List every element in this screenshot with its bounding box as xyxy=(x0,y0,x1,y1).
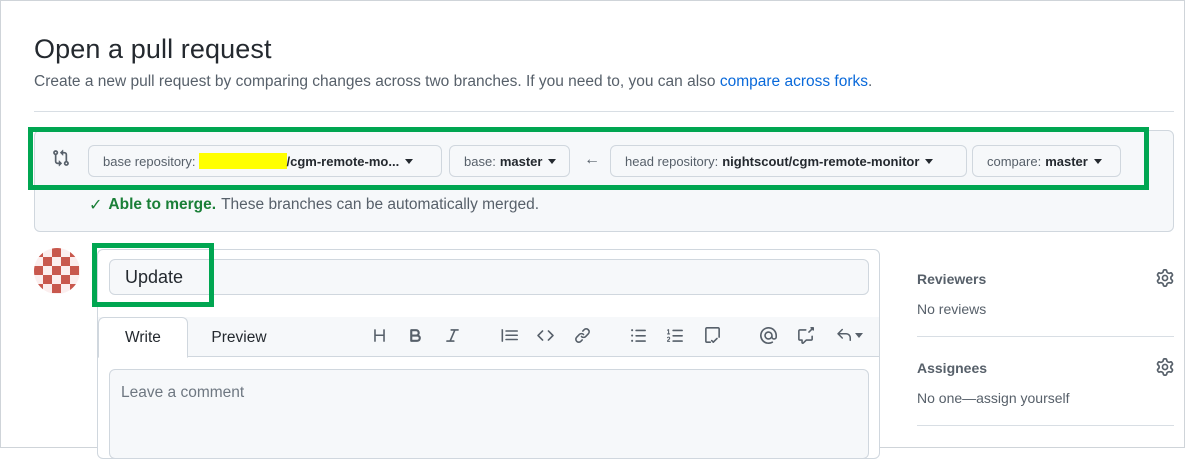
gear-icon[interactable] xyxy=(1156,358,1174,376)
cross-reference-icon[interactable] xyxy=(793,323,817,347)
reviewers-value: No reviews xyxy=(917,301,987,317)
base-repository-value: /cgm-remote-mo... xyxy=(286,153,400,169)
chevron-down-icon xyxy=(1093,158,1102,164)
page-subtitle: Create a new pull request by comparing c… xyxy=(34,73,872,91)
title-input[interactable]: Update xyxy=(109,259,869,295)
mention-icon[interactable] xyxy=(756,323,780,347)
base-branch-value: master xyxy=(499,153,543,169)
subtitle-suffix: . xyxy=(868,73,873,90)
base-repository-selector[interactable]: base repository: /cgm-remote-mo... xyxy=(88,145,442,177)
chevron-down-icon xyxy=(925,158,934,164)
arrow-left-icon: ← xyxy=(584,151,600,168)
git-compare-icon xyxy=(53,149,69,167)
ordered-list-icon[interactable] xyxy=(663,323,687,347)
heading-icon[interactable] xyxy=(367,323,391,347)
gear-icon[interactable] xyxy=(1156,269,1174,287)
bold-icon[interactable] xyxy=(403,323,427,347)
compare-branch-label: compare: xyxy=(987,153,1042,169)
redacted-owner xyxy=(198,153,287,169)
chevron-down-icon xyxy=(548,158,557,164)
reviewers-heading[interactable]: Reviewers xyxy=(917,271,986,287)
assignees-heading[interactable]: Assignees xyxy=(917,360,987,376)
page-title: Open a pull request xyxy=(34,34,272,64)
header-divider xyxy=(34,111,1174,112)
head-repository-value: nightscout/cgm-remote-monitor xyxy=(722,153,920,169)
saved-replies-icon[interactable] xyxy=(831,323,867,347)
compare-branch-value: master xyxy=(1045,153,1088,169)
base-repository-label: base repository: xyxy=(103,153,196,169)
comment-textarea[interactable]: Leave a comment xyxy=(109,369,869,459)
head-repository-label: head repository: xyxy=(625,153,719,169)
sidebar-divider xyxy=(917,336,1174,337)
check-icon: ✓ xyxy=(89,197,103,214)
assignees-value[interactable]: No one—assign yourself xyxy=(917,390,1070,406)
subtitle-text: Create a new pull request by comparing c… xyxy=(34,73,720,90)
tab-preview[interactable]: Preview xyxy=(197,317,281,358)
compare-branch-selector[interactable]: compare: master xyxy=(972,145,1121,177)
merge-status-bold: Able to merge. xyxy=(108,196,217,213)
base-branch-selector[interactable]: base: master xyxy=(449,145,570,177)
unordered-list-icon[interactable] xyxy=(626,323,650,347)
merge-status: ✓ Able to merge. These branches can be a… xyxy=(89,195,539,215)
avatar xyxy=(34,248,80,294)
code-icon[interactable] xyxy=(533,323,557,347)
chevron-down-icon xyxy=(405,158,414,164)
tab-write[interactable]: Write xyxy=(98,317,188,358)
compare-across-forks-link[interactable]: compare across forks xyxy=(720,73,868,90)
link-icon[interactable] xyxy=(570,323,594,347)
italic-icon[interactable] xyxy=(440,323,464,347)
task-list-icon[interactable] xyxy=(700,323,724,347)
quote-icon[interactable] xyxy=(497,323,521,347)
sidebar-divider xyxy=(917,425,1174,426)
base-branch-label: base: xyxy=(464,153,496,169)
head-repository-selector[interactable]: head repository: nightscout/cgm-remote-m… xyxy=(610,145,967,177)
merge-status-text: These branches can be automatically merg… xyxy=(221,196,540,213)
title-input-value: Update xyxy=(125,266,184,287)
